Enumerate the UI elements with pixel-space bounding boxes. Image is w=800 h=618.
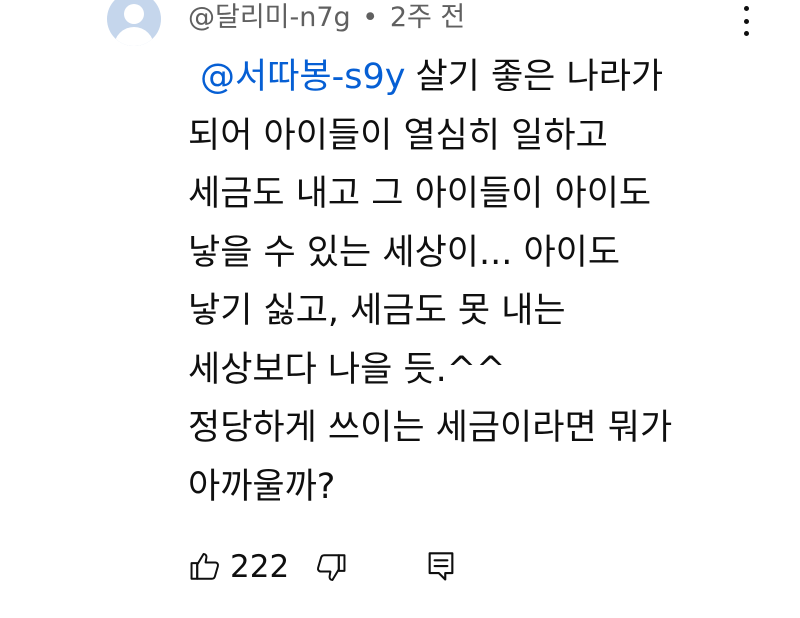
more-vertical-icon-dot: [743, 31, 749, 36]
avatar-head-shape: [124, 4, 144, 24]
like-count: 222: [230, 549, 290, 585]
comment-line: 낳기 싫고, 세금도 못 내는: [188, 291, 566, 331]
comment-line-text: 살기 좋은 나라가: [415, 57, 664, 97]
comment-line: @서따봉-s9y 살기 좋은 나라가: [188, 48, 778, 107]
comment-actions: 222: [188, 545, 488, 589]
comment-line: 세상보다 나을 듯.^^: [188, 349, 506, 390]
like-button[interactable]: [188, 549, 222, 583]
more-vertical-icon-dot: [743, 18, 749, 24]
avatar-body-shape: [114, 27, 154, 46]
comment-timestamp[interactable]: 2주 전: [390, 2, 465, 33]
reply-comment-icon: [428, 552, 454, 581]
comment-text: @서따봉-s9y 살기 좋은 나라가 되어 아이들이 열심히 일하고 세금도 내고…: [188, 48, 778, 516]
more-vertical-icon: [743, 6, 749, 11]
thumb-up-icon: [190, 552, 220, 580]
comment-header: @달리미-n7g • 2주 전: [188, 0, 465, 36]
comment-line: 정당하게 쓰이는 세금이라면 뭐가: [188, 408, 673, 448]
comment-line: 세금도 내고 그 아이들이 아이도: [188, 174, 652, 214]
comment-line: 아까울까?: [188, 466, 336, 507]
mention-link[interactable]: @서따봉-s9y: [200, 57, 405, 97]
comment: @달리미-n7g • 2주 전 @서따봉-s9y 살기 좋은 나라가 되어 아이들…: [0, 0, 800, 618]
more-options-button[interactable]: [734, 6, 758, 36]
thumb-down-icon: [316, 554, 346, 582]
reply-button[interactable]: [426, 549, 456, 583]
meta-separator: •: [362, 2, 379, 33]
author-name[interactable]: @달리미-n7g: [188, 2, 351, 33]
comment-line: 되어 아이들이 열심히 일하고: [188, 115, 608, 156]
avatar[interactable]: [107, 0, 161, 46]
dislike-button[interactable]: [314, 551, 348, 585]
comment-line: 낳을 수 있는 세상이... 아이도: [188, 232, 621, 273]
